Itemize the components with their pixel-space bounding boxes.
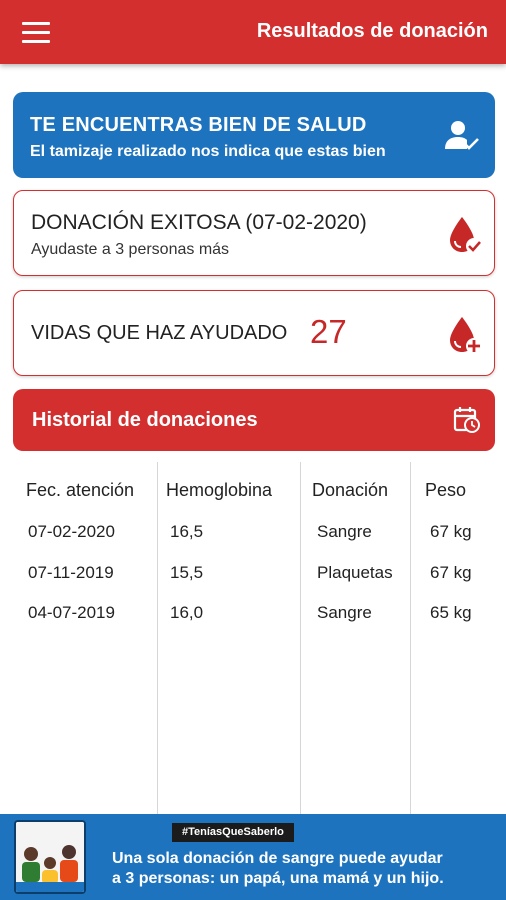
table-cell-hemoglobin: 16,0	[170, 603, 204, 622]
column-header-donation: Donación	[312, 480, 389, 500]
table-cell-date: 04-07-2019	[28, 603, 115, 622]
page-title: Resultados de donación	[256, 20, 488, 42]
donation-success-subtitle: Ayudaste a 3 personas más	[31, 241, 230, 258]
column-header-date: Fec. atención	[26, 480, 135, 500]
donation-success-title: DONACIÓN EXITOSA (07-02-2020)	[31, 211, 367, 234]
family-illustration	[14, 820, 86, 894]
banner-text-line1: Una sola donación de sangre puede ayudar	[112, 850, 443, 867]
lives-helped-card[interactable]: VIDAS QUE HAZ AYUDADO 27	[13, 290, 495, 376]
donation-history-title: Historial de donaciones	[32, 409, 258, 431]
table-cell-donation: Sangre	[317, 522, 372, 541]
table-cell-donation: Sangre	[317, 603, 372, 622]
lives-helped-label: VIDAS QUE HAZ AYUDADO	[31, 322, 288, 344]
health-status-title: TE ENCUENTRAS BIEN DE SALUD	[30, 114, 367, 136]
column-divider	[300, 462, 301, 814]
column-header-hemoglobin: Hemoglobina	[166, 480, 273, 500]
table-cell-weight: 65 kg	[430, 603, 472, 622]
table-cell-donation: Plaquetas	[317, 563, 393, 582]
table-cell-date: 07-11-2019	[28, 563, 114, 582]
table-cell-weight: 67 kg	[430, 522, 472, 541]
health-status-subtitle: El tamizaje realizado nos indica que est…	[30, 143, 386, 160]
donation-success-card[interactable]: DONACIÓN EXITOSA (07-02-2020) Ayudaste a…	[13, 190, 495, 276]
donation-history-table: Fec. atención Hemoglobina Donación Peso …	[0, 462, 506, 814]
hashtag-badge: #TeníasQueSaberlo	[172, 823, 294, 842]
family-icon	[16, 822, 84, 892]
promo-banner[interactable]: #TeníasQueSaberlo Una sola donación de s…	[0, 814, 506, 900]
table-cell-date: 07-02-2020	[28, 522, 115, 541]
user-check-icon	[445, 121, 479, 150]
table-cell-hemoglobin: 15,5	[170, 563, 204, 582]
donation-history-header[interactable]: Historial de donaciones	[13, 389, 495, 451]
table-cell-hemoglobin: 16,5	[170, 522, 204, 541]
banner-text-line2: a 3 personas: un papá, una mamá y un hij…	[112, 870, 444, 887]
blood-drop-plus-icon	[450, 317, 482, 354]
blood-drop-check-icon	[450, 217, 482, 254]
hamburger-menu-icon[interactable]	[22, 22, 50, 44]
health-status-card: TE ENCUENTRAS BIEN DE SALUD El tamizaje …	[13, 92, 495, 178]
lives-helped-count: 27	[310, 313, 347, 350]
column-divider	[410, 462, 411, 814]
calendar-clock-icon	[453, 407, 480, 433]
table-cell-weight: 67 kg	[430, 563, 472, 582]
column-divider	[157, 462, 158, 814]
column-header-weight: Peso	[425, 480, 467, 500]
app-bar: Resultados de donación	[0, 0, 506, 64]
